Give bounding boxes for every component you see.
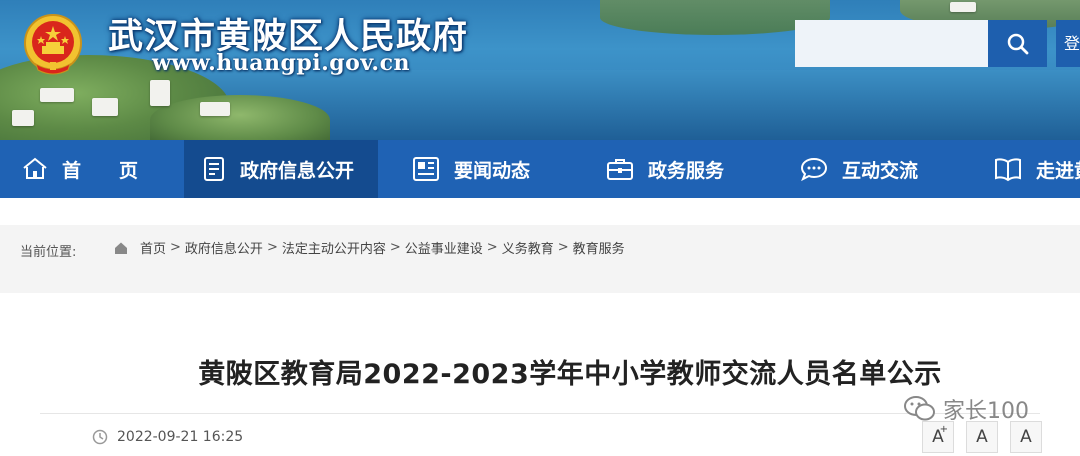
breadcrumb-bar: 当前位置: 首页 > 政府信息公开 > 法定主动公开内容 > 公益事业建设 > …: [0, 225, 1080, 293]
clock-icon: [92, 429, 108, 445]
font-button-plus: +: [939, 424, 948, 435]
nav-item-label: 政府信息公开: [240, 159, 355, 182]
header-banner-building: [200, 102, 230, 116]
document-icon: [204, 157, 224, 181]
search-icon: [1007, 33, 1028, 54]
book-icon: [995, 158, 1021, 182]
breadcrumb-link-government-info[interactable]: 政府信息公开: [185, 238, 263, 257]
national-emblem-icon: [24, 14, 82, 75]
header-banner-building: [92, 98, 118, 116]
wechat-icon: [904, 396, 935, 421]
main-nav: 首 页 政府信息公开 要闻动态 政务服务 互动交流 走进: [0, 140, 1080, 198]
breadcrumb-separator: >: [266, 240, 278, 255]
breadcrumb-link-home[interactable]: 首页: [140, 238, 166, 257]
breadcrumb-separator: >: [557, 240, 569, 255]
header-banner-building: [40, 88, 74, 102]
article-meta: 2022-09-21 16:25: [92, 429, 243, 445]
home-icon: [115, 242, 127, 254]
search-button[interactable]: [988, 20, 1047, 67]
breadcrumb-separator: >: [389, 240, 401, 255]
publish-date: 2022-09-21 16:25: [117, 429, 244, 445]
breadcrumb-link-public-welfare[interactable]: 公益事业建设: [405, 238, 483, 257]
breadcrumb-link-compulsory-education[interactable]: 义务教育: [502, 238, 554, 257]
breadcrumb-link-statutory-disclosure[interactable]: 法定主动公开内容: [282, 238, 386, 257]
nav-item-home[interactable]: 首 页: [0, 140, 180, 198]
breadcrumb: 首页 > 政府信息公开 > 法定主动公开内容 > 公益事业建设 > 义务教育 >…: [114, 238, 625, 257]
breadcrumb-link-education-services[interactable]: 教育服务: [573, 238, 625, 257]
login-button[interactable]: 登: [1056, 20, 1080, 67]
nav-item-label: 首 页: [62, 159, 139, 182]
font-button-label: A: [1020, 427, 1032, 447]
header-banner-building: [150, 80, 170, 106]
divider: [40, 413, 1040, 414]
site-url: www.huangpi.gov.cn: [152, 50, 410, 76]
nav-item-about[interactable]: 走进黄: [994, 140, 1080, 198]
article-title: 黄陂区教育局2022-2023学年中小学教师交流人员名单公示: [198, 359, 942, 390]
nav-item-services[interactable]: 政务服务: [606, 140, 724, 198]
font-increase-button[interactable]: A +: [922, 421, 954, 453]
font-default-button[interactable]: A: [966, 421, 998, 453]
header-banner-building: [950, 2, 976, 12]
nav-item-label: 要闻动态: [454, 159, 531, 182]
search-input[interactable]: [795, 20, 988, 67]
breadcrumb-separator: >: [486, 240, 498, 255]
header-banner-building: [12, 110, 34, 126]
font-size-controls: A + A A: [922, 421, 1054, 453]
briefcase-icon: [607, 159, 633, 180]
nav-item-news[interactable]: 要闻动态: [412, 140, 530, 198]
font-button-label: A: [976, 427, 988, 447]
font-decrease-button[interactable]: A: [1010, 421, 1042, 453]
nav-item-label: 政务服务: [648, 159, 725, 182]
breadcrumb-label: 当前位置:: [20, 245, 77, 260]
nav-item-interaction[interactable]: 互动交流: [800, 140, 918, 198]
nav-item-government-info[interactable]: 政府信息公开: [184, 140, 378, 198]
home-icon: [23, 157, 47, 179]
nav-item-label: 互动交流: [842, 159, 919, 182]
nav-item-label: 走进黄: [1036, 159, 1080, 182]
site-header: 武汉市黄陂区人民政府 www.huangpi.gov.cn 登: [0, 0, 1080, 140]
header-banner-island: [150, 95, 330, 140]
breadcrumb-separator: >: [170, 240, 181, 255]
chat-bubble-icon: [800, 157, 828, 182]
news-icon: [413, 157, 439, 181]
